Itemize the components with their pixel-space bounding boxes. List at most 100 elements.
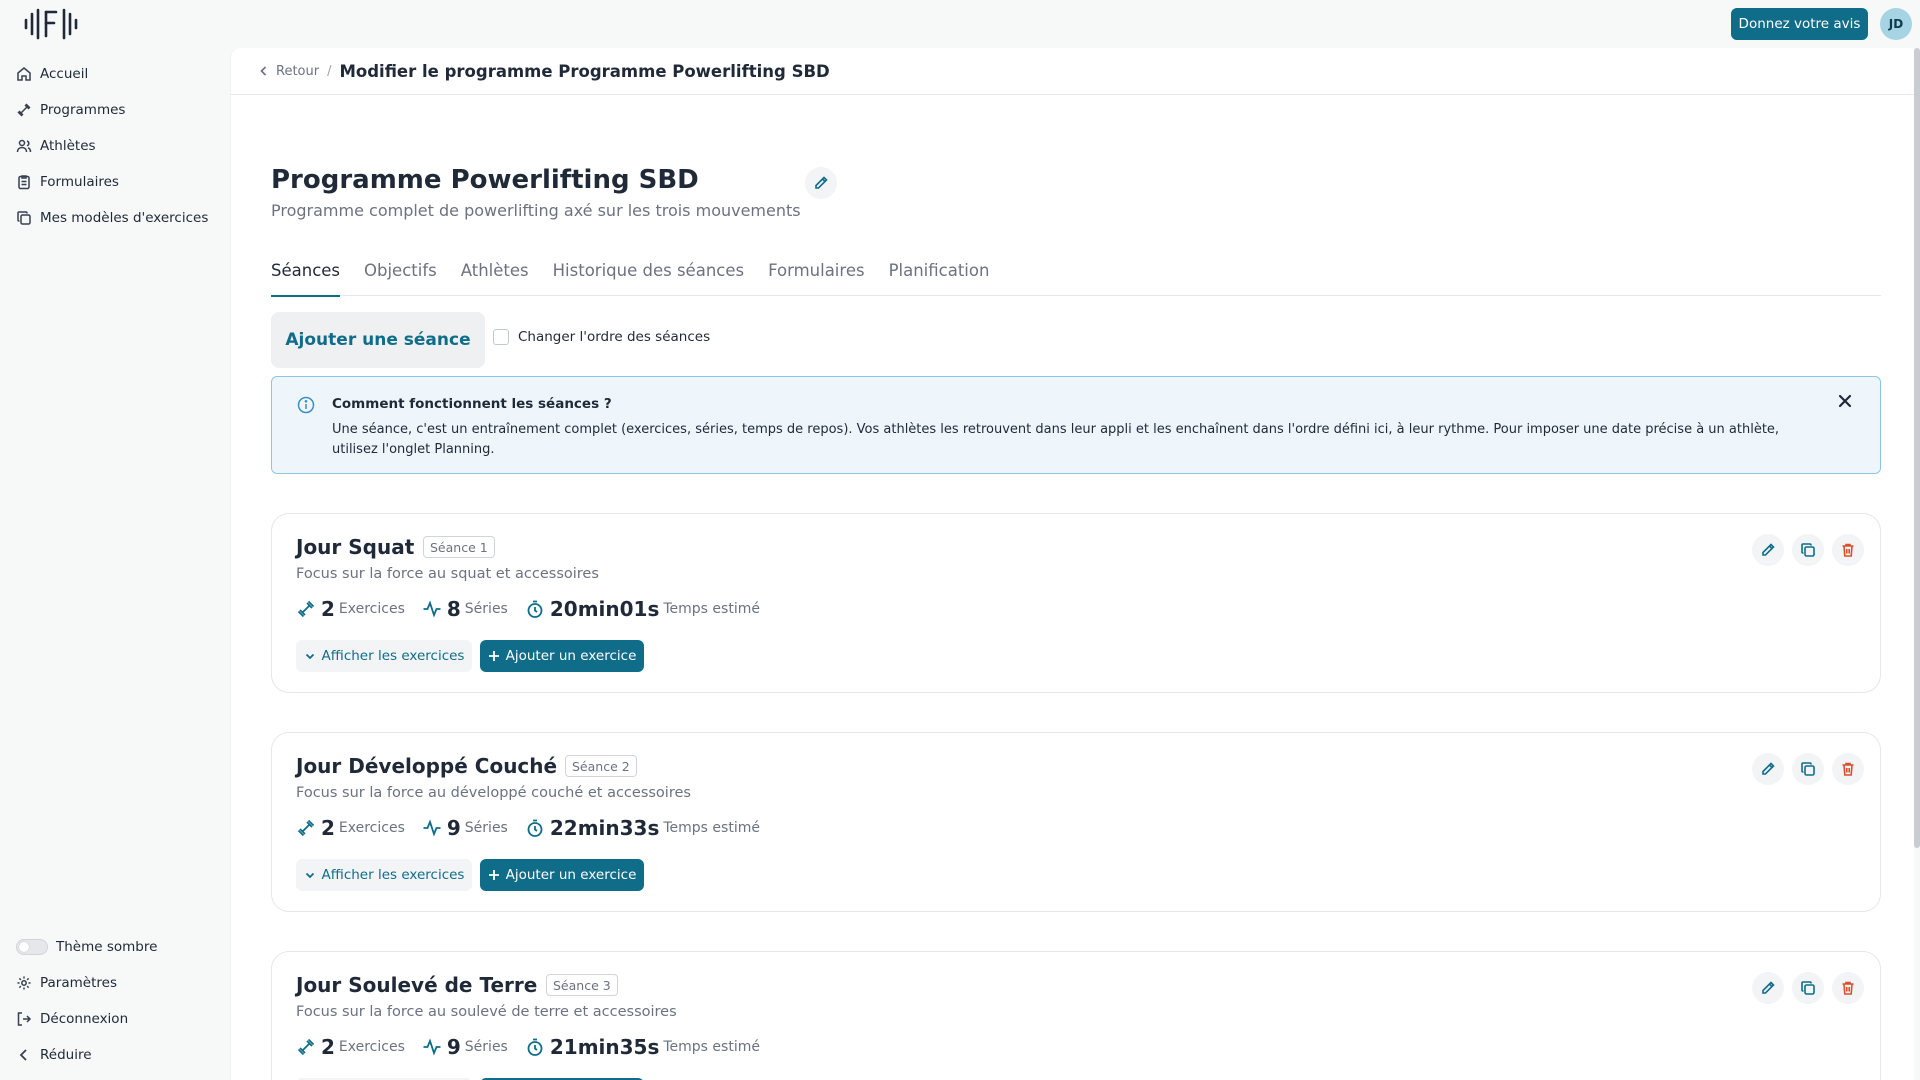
delete-session-button[interactable] bbox=[1832, 753, 1864, 785]
duplicate-session-button[interactable] bbox=[1792, 534, 1824, 566]
sidebar-item-programmes[interactable]: Programmes bbox=[0, 92, 230, 128]
breadcrumb-separator: / bbox=[327, 63, 332, 79]
add-session-button[interactable]: Ajouter une séance bbox=[271, 312, 485, 368]
reorder-checkbox[interactable] bbox=[493, 329, 509, 345]
series-count: 9 bbox=[446, 816, 461, 840]
main-panel: Retour / Modifier le programme Programme… bbox=[230, 48, 1914, 1080]
theme-toggle-item[interactable]: Thème sombre bbox=[0, 929, 230, 965]
reorder-sessions-toggle[interactable]: Changer l'ordre des séances bbox=[493, 329, 710, 345]
timer-icon bbox=[527, 600, 543, 618]
sidebar-item-label: Formulaires bbox=[40, 174, 119, 190]
time-value: 20min01s bbox=[549, 597, 660, 621]
exercise-label: Exercices bbox=[338, 820, 405, 836]
info-banner: Comment fonctionnent les séances ? Une s… bbox=[271, 376, 1881, 474]
feedback-button[interactable]: Donnez votre avis bbox=[1731, 8, 1868, 40]
program-title: Programme Powerlifting SBD bbox=[271, 165, 699, 195]
activity-icon bbox=[423, 819, 441, 837]
trash-icon bbox=[1842, 543, 1854, 557]
stat-series: 9 Séries bbox=[422, 1035, 508, 1059]
stat-exercises: 2 Exercices bbox=[296, 1035, 405, 1059]
page-title: Modifier le programme Programme Powerlif… bbox=[339, 61, 830, 81]
sidebar-item-accueil[interactable]: Accueil bbox=[0, 56, 230, 92]
sidebar-item-label: Déconnexion bbox=[40, 1011, 129, 1027]
copy-icon bbox=[1801, 981, 1815, 995]
sidebar-item-exercise-templates[interactable]: Mes modèles d'exercices bbox=[0, 200, 230, 236]
tab-athletes[interactable]: Athlètes bbox=[461, 245, 529, 296]
exercise-count: 2 bbox=[321, 1035, 335, 1059]
session-badge: Séance 3 bbox=[546, 974, 618, 996]
edit-program-button[interactable] bbox=[805, 167, 837, 199]
stat-time: 22min33s Temps estimé bbox=[525, 816, 760, 840]
scrollbar[interactable] bbox=[1914, 48, 1920, 848]
add-exercise-button[interactable]: Ajouter un exercice bbox=[480, 859, 644, 891]
session-stats: 2 Exercices 8 Séries 20min01s Temps esti… bbox=[296, 597, 777, 621]
tab-objectifs[interactable]: Objectifs bbox=[364, 245, 437, 296]
gear-icon bbox=[17, 976, 31, 990]
sidebar-item-settings[interactable]: Paramètres bbox=[0, 965, 230, 1001]
session-card: Jour Squat Séance 1 Focus sur la force a… bbox=[271, 513, 1881, 693]
info-text: Une séance, c'est un entraînement comple… bbox=[332, 422, 1780, 457]
sidebar-item-logout[interactable]: Déconnexion bbox=[0, 1001, 230, 1037]
tab-seances[interactable]: Séances bbox=[271, 245, 341, 297]
series-label: Séries bbox=[464, 820, 508, 836]
home-icon bbox=[17, 67, 31, 81]
time-value: 21min35s bbox=[549, 1035, 660, 1059]
plus-icon bbox=[488, 870, 499, 880]
tab-bar: Séances Objectifs Athlètes Historique de… bbox=[271, 245, 1881, 297]
tab-historique[interactable]: Historique des séances bbox=[553, 245, 744, 296]
show-exercises-button[interactable]: Afficher les exercices bbox=[296, 640, 472, 672]
timer-icon bbox=[527, 819, 543, 837]
session-stats: 2 Exercices 9 Séries 21min35s Temps esti… bbox=[296, 1035, 777, 1059]
program-subtitle: Programme complet de powerlifting axé su… bbox=[271, 201, 801, 220]
pencil-icon bbox=[1762, 762, 1775, 775]
copy-icon bbox=[17, 211, 31, 225]
show-exercises-button[interactable]: Afficher les exercices bbox=[296, 859, 472, 891]
sidebar-item-label: Accueil bbox=[40, 66, 89, 82]
exercise-label: Exercices bbox=[338, 1039, 405, 1055]
delete-session-button[interactable] bbox=[1832, 972, 1864, 1004]
avatar[interactable]: JD bbox=[1880, 8, 1912, 40]
sidebar-bottom: Thème sombre Paramètres Déconnexion Rédu… bbox=[0, 929, 230, 1073]
dumbbell-icon bbox=[297, 819, 315, 837]
series-label: Séries bbox=[464, 1039, 508, 1055]
show-exercises-label: Afficher les exercices bbox=[321, 867, 465, 883]
tab-planification[interactable]: Planification bbox=[889, 245, 990, 296]
chevron-down-icon bbox=[305, 872, 314, 879]
sidebar-item-collapse[interactable]: Réduire bbox=[0, 1037, 230, 1073]
edit-session-button[interactable] bbox=[1752, 534, 1784, 566]
edit-session-button[interactable] bbox=[1752, 753, 1784, 785]
back-label: Retour bbox=[276, 63, 320, 79]
session-name: Jour Soulevé de Terre bbox=[296, 973, 538, 997]
activity-icon bbox=[423, 600, 441, 618]
session-description: Focus sur la force au soulevé de terre e… bbox=[296, 1004, 677, 1020]
sidebar-item-label: Réduire bbox=[40, 1047, 92, 1063]
session-name: Jour Squat bbox=[296, 535, 415, 559]
edit-session-button[interactable] bbox=[1752, 972, 1784, 1004]
app-logo[interactable] bbox=[22, 6, 86, 42]
tab-formulaires[interactable]: Formulaires bbox=[768, 245, 864, 296]
close-icon[interactable] bbox=[1838, 394, 1852, 408]
dumbbell-icon bbox=[297, 600, 315, 618]
duplicate-session-button[interactable] bbox=[1792, 753, 1824, 785]
stat-time: 21min35s Temps estimé bbox=[525, 1035, 760, 1059]
duplicate-session-button[interactable] bbox=[1792, 972, 1824, 1004]
exercise-label: Exercices bbox=[338, 601, 405, 617]
exercise-count: 2 bbox=[321, 816, 335, 840]
chevron-left-icon bbox=[19, 1049, 27, 1061]
time-label: Temps estimé bbox=[663, 601, 760, 617]
info-icon bbox=[297, 396, 315, 414]
delete-session-button[interactable] bbox=[1832, 534, 1864, 566]
back-button[interactable]: Retour bbox=[258, 64, 319, 79]
users-icon bbox=[16, 139, 32, 153]
session-description: Focus sur la force au squat et accessoir… bbox=[296, 566, 599, 582]
sidebar-item-formulaires[interactable]: Formulaires bbox=[0, 164, 230, 200]
copy-icon bbox=[1801, 543, 1815, 557]
theme-toggle[interactable] bbox=[16, 939, 48, 955]
trash-icon bbox=[1842, 762, 1854, 776]
stat-series: 9 Séries bbox=[422, 816, 508, 840]
series-label: Séries bbox=[464, 601, 508, 617]
sidebar-item-athletes[interactable]: Athlètes bbox=[0, 128, 230, 164]
breadcrumb: Retour / Modifier le programme Programme… bbox=[231, 48, 1914, 95]
add-exercise-button[interactable]: Ajouter un exercice bbox=[480, 640, 644, 672]
session-badge: Séance 2 bbox=[565, 755, 637, 777]
